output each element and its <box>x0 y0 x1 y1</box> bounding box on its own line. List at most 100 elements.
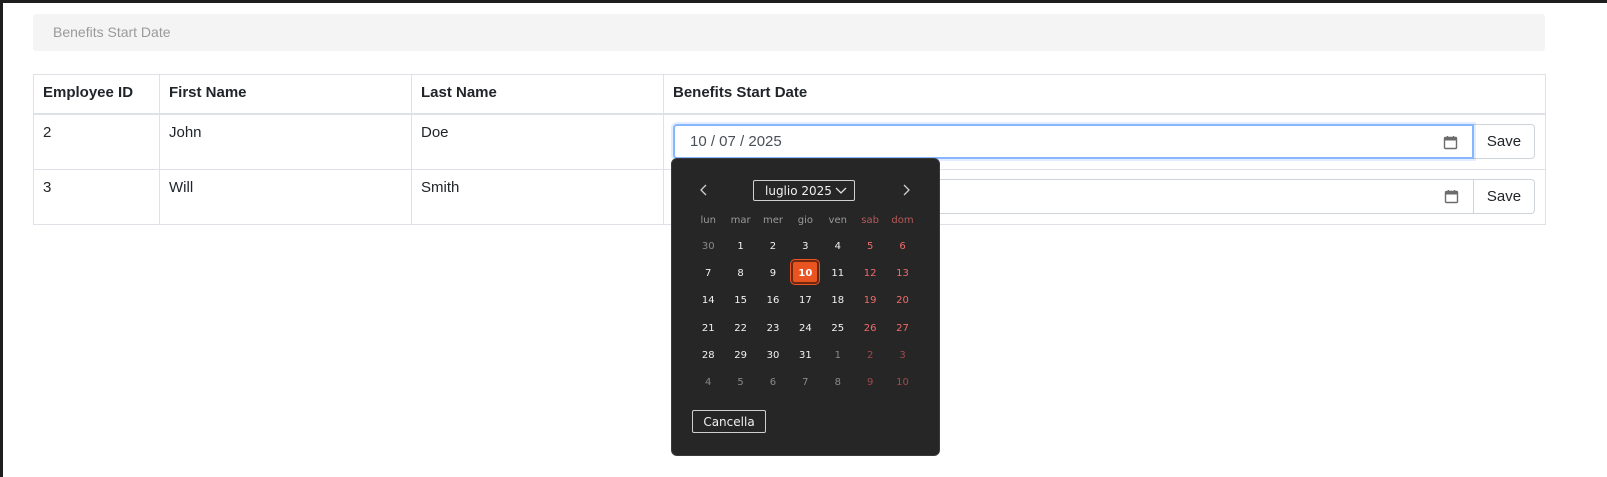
calendar-day[interactable]: 13 <box>886 260 918 287</box>
benefits-date-filter[interactable]: Benefits Start Date <box>33 14 1545 51</box>
calendar-day[interactable]: 8 <box>724 260 756 287</box>
calendar-day[interactable]: 6 <box>757 369 789 396</box>
calendar-day[interactable]: 27 <box>886 315 918 342</box>
calendar-day[interactable]: 22 <box>724 315 756 342</box>
calendar-day[interactable]: 5 <box>724 369 756 396</box>
calendar-day[interactable]: 5 <box>854 233 886 260</box>
calendar-day[interactable]: 7 <box>789 369 821 396</box>
calendar-day-label: 17 <box>799 295 812 307</box>
calendar-day-label: 4 <box>705 376 712 388</box>
calendar-day-label: 9 <box>769 268 777 280</box>
cell-first-name: Will <box>159 169 412 225</box>
calendar-day-label: 24 <box>799 322 812 334</box>
calendar-day[interactable]: 30 <box>757 342 789 369</box>
calendar-day-label: 28 <box>701 349 715 361</box>
calendar-icon[interactable] <box>1444 189 1459 204</box>
calendar-day[interactable]: 30 <box>692 233 724 260</box>
weekday-label: mer <box>762 215 783 226</box>
calendar-day[interactable]: 2 <box>854 342 886 369</box>
calendar-day-label: 12 <box>863 268 877 280</box>
calendar-day-label: 7 <box>802 376 809 388</box>
weekday-label: mar <box>730 215 751 226</box>
weekday-label: ven <box>828 215 847 226</box>
calendar-day-label: 13 <box>896 268 909 280</box>
calendar-day-label: 14 <box>701 295 715 307</box>
calendar-day[interactable]: 1 <box>822 342 854 369</box>
calendar-day-label: 11 <box>831 268 845 280</box>
calendar-day[interactable]: 9 <box>757 260 789 287</box>
calendar-day[interactable]: 18 <box>822 287 854 314</box>
save-button[interactable]: Save <box>1474 124 1535 159</box>
save-button[interactable]: Save <box>1474 179 1535 214</box>
calendar-day[interactable]: 3 <box>789 233 821 260</box>
calendar-day[interactable]: 3 <box>886 342 918 369</box>
calendar-week-row: 4 5 6 7 8 9 10 <box>692 369 922 396</box>
header-benefits-start-date: Benefits Start Date <box>663 74 1546 115</box>
calendar-day[interactable]: 15 <box>724 287 756 314</box>
calendar-day[interactable]: 14 <box>692 287 724 314</box>
calendar-day-label: 22 <box>734 322 747 334</box>
calendar-day[interactable]: 1 <box>724 233 756 260</box>
calendar-day[interactable]: 31 <box>789 342 821 369</box>
weekday-label: dom <box>891 215 914 226</box>
calendar-day-label: 15 <box>734 295 747 307</box>
calendar-day-label: 2 <box>769 241 777 252</box>
calendar-day[interactable]: 21 <box>692 315 724 342</box>
month-select[interactable]: luglio 2025 <box>753 180 855 201</box>
calendar-day-label: 7 <box>705 268 712 280</box>
cancel-button[interactable]: Cancella <box>692 410 766 433</box>
weekday-label: sab <box>861 215 879 226</box>
calendar-day[interactable]: 23 <box>757 315 789 342</box>
chevron-down-icon <box>835 187 847 194</box>
calendar-day[interactable]: 7 <box>692 260 724 287</box>
calendar-day[interactable]: 16 <box>757 287 789 314</box>
calendar-day[interactable]: 4 <box>822 233 854 260</box>
calendar-day[interactable]: 25 <box>822 315 854 342</box>
date-input-group: 10 / 07 / 2025 Save <box>673 124 1535 159</box>
date-input[interactable]: 10 / 07 / 2025 <box>673 124 1474 159</box>
calendar-day[interactable]: 11 <box>822 260 854 287</box>
calendar-day-label: 2 <box>866 349 874 361</box>
table-header-row: Employee ID First Name Last Name Benefit… <box>33 74 1546 115</box>
calendar-week-row: 28 29 30 31 1 2 3 <box>692 342 922 369</box>
month-label: luglio 2025 <box>765 183 832 198</box>
calendar-week-row: 30 1 2 3 4 5 6 <box>692 233 922 260</box>
calendar-day-label: 31 <box>799 349 812 361</box>
calendar-day[interactable]: 20 <box>886 287 918 314</box>
calendar-day[interactable]: 24 <box>789 315 821 342</box>
calendar-grid: lun mar mer gio ven sab dom 30 1 2 3 4 5 6 7 8 9 1… <box>692 215 922 396</box>
calendar-day[interactable]: 9 <box>854 369 886 396</box>
calendar-week-row: 7 8 9 10 11 12 13 <box>692 260 922 287</box>
header-last-name: Last Name <box>411 74 664 115</box>
calendar-day[interactable]: 4 <box>692 369 724 396</box>
calendar-day[interactable]: 8 <box>822 369 854 396</box>
calendar-day-label: 9 <box>866 376 874 388</box>
cell-employee-id: 3 <box>33 169 160 225</box>
calendar-day-label: 5 <box>866 241 874 252</box>
calendar-day-label: 1 <box>737 241 744 252</box>
calendar-day[interactable]: 2 <box>757 233 789 260</box>
calendar-icon[interactable] <box>1443 135 1458 150</box>
weekday-header: lun mar mer gio ven sab dom <box>692 215 922 233</box>
calendar-week-row: 14 15 16 17 18 19 20 <box>692 287 922 314</box>
calendar-day[interactable]: 12 <box>854 260 886 287</box>
calendar-day[interactable]: 19 <box>854 287 886 314</box>
calendar-day-label: 1 <box>834 349 841 361</box>
calendar-day[interactable]: 10 <box>886 369 918 396</box>
calendar-day-label: 8 <box>834 376 841 388</box>
calendar-day[interactable]: 29 <box>724 342 756 369</box>
calendar-day-label: 21 <box>701 322 715 334</box>
calendar-day-label: 8 <box>737 268 744 280</box>
header-employee-id: Employee ID <box>33 74 160 115</box>
calendar-day[interactable]: 26 <box>854 315 886 342</box>
cell-last-name: Doe <box>411 113 664 170</box>
date-value: 10 / 07 / 2025 <box>690 133 782 150</box>
chevron-right-icon[interactable] <box>899 183 913 197</box>
calendar-day-selected[interactable]: 10 <box>789 260 821 287</box>
calendar-day[interactable]: 17 <box>789 287 821 314</box>
calendar-day-label: 16 <box>766 295 780 307</box>
calendar-day[interactable]: 28 <box>692 342 724 369</box>
chevron-left-icon[interactable] <box>697 183 711 197</box>
calendar-day[interactable]: 6 <box>886 233 918 260</box>
calendar-day-label: 23 <box>766 322 780 334</box>
